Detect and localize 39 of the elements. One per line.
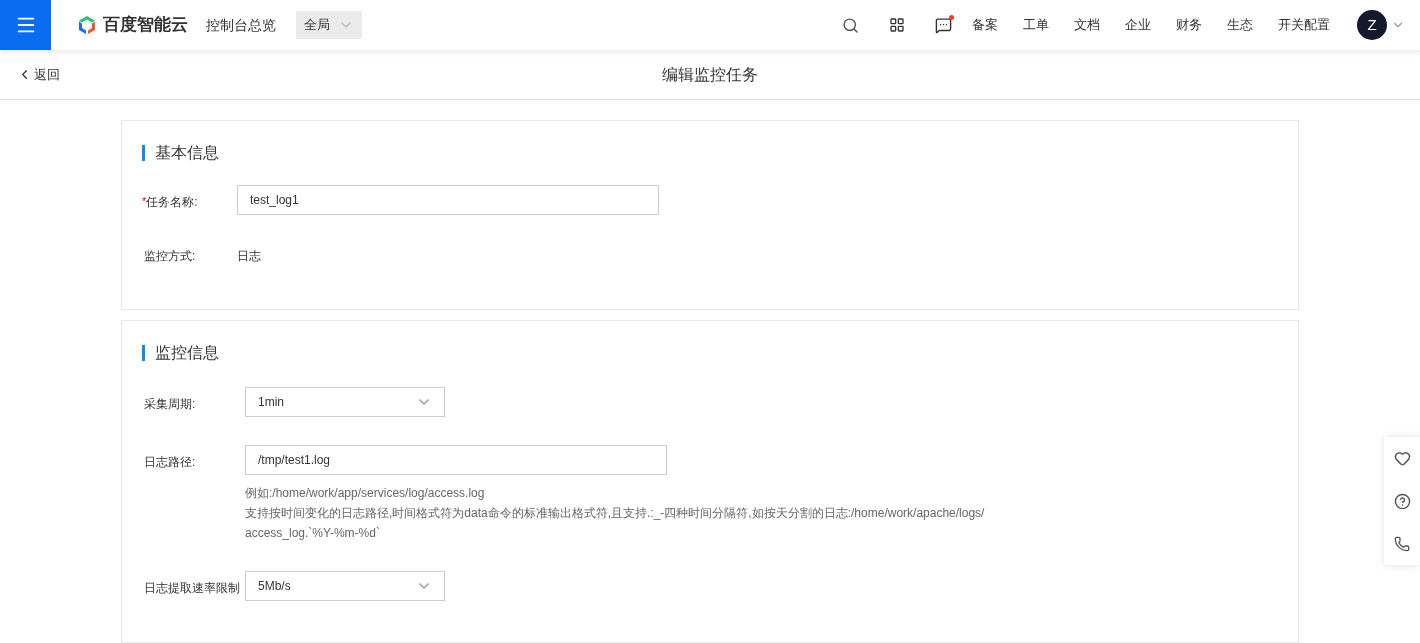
page-title: 编辑监控任务 [662, 64, 758, 85]
menu-button[interactable] [0, 0, 51, 50]
grid-icon[interactable] [889, 17, 905, 33]
field-label: 日志提取速率限制 [143, 580, 240, 597]
nav-link[interactable]: 备案 [972, 15, 998, 35]
text-input[interactable]: /tmp/test1.log [245, 445, 667, 475]
section-title: 基本信息 [155, 143, 219, 163]
help-icon[interactable] [1393, 493, 1411, 510]
dropdown-select[interactable]: 5Mb/s [245, 571, 445, 601]
region-select[interactable]: 全局 [296, 11, 362, 39]
hint-text: 支持按时间变化的日志路径,时间格式符为data命令的标准输出格式符,且支持.:_-四种时间分隔符,如按天分割的日志:/home/work/apache/logs/ [245, 505, 985, 522]
section-accent-bar [142, 145, 145, 161]
brand-name: 百度智能云 [103, 14, 188, 37]
nav-link[interactable]: 生态 [1227, 15, 1253, 35]
back-link[interactable]: 返回 [17, 64, 60, 85]
heart-icon[interactable] [1393, 450, 1411, 467]
search-icon[interactable] [842, 16, 859, 34]
cube-logo-icon [77, 15, 97, 35]
nav-link[interactable]: 文档 [1074, 15, 1100, 35]
text-input[interactable]: test_log1 [237, 185, 659, 215]
hint-text: access_log.`%Y-%m-%d` [245, 525, 381, 542]
nav-link[interactable]: 财务 [1176, 15, 1202, 35]
nav-link[interactable]: 工单 [1023, 15, 1049, 35]
nav-link[interactable]: 企业 [1125, 15, 1151, 35]
field-label: 任务名称: [146, 194, 198, 211]
hint-text: 例如:/home/work/app/services/log/access.log [245, 485, 486, 502]
field-label: 监控方式: [143, 248, 196, 265]
section-title: 监控信息 [155, 343, 219, 363]
required-mark: * [142, 194, 147, 207]
nav-link[interactable]: 开关配置 [1278, 15, 1330, 35]
section-accent-bar [142, 345, 145, 361]
phone-icon[interactable] [1394, 536, 1410, 552]
field-label: 日志路径: [143, 454, 196, 471]
user-avatar[interactable]: Z [1357, 10, 1387, 40]
field-label: 采集周期: [143, 396, 196, 413]
field-value: 日志 [237, 248, 261, 265]
console-link[interactable]: 控制台总览 [206, 14, 276, 36]
message-icon[interactable] [935, 16, 952, 34]
dropdown-select[interactable]: 1min [245, 387, 445, 417]
